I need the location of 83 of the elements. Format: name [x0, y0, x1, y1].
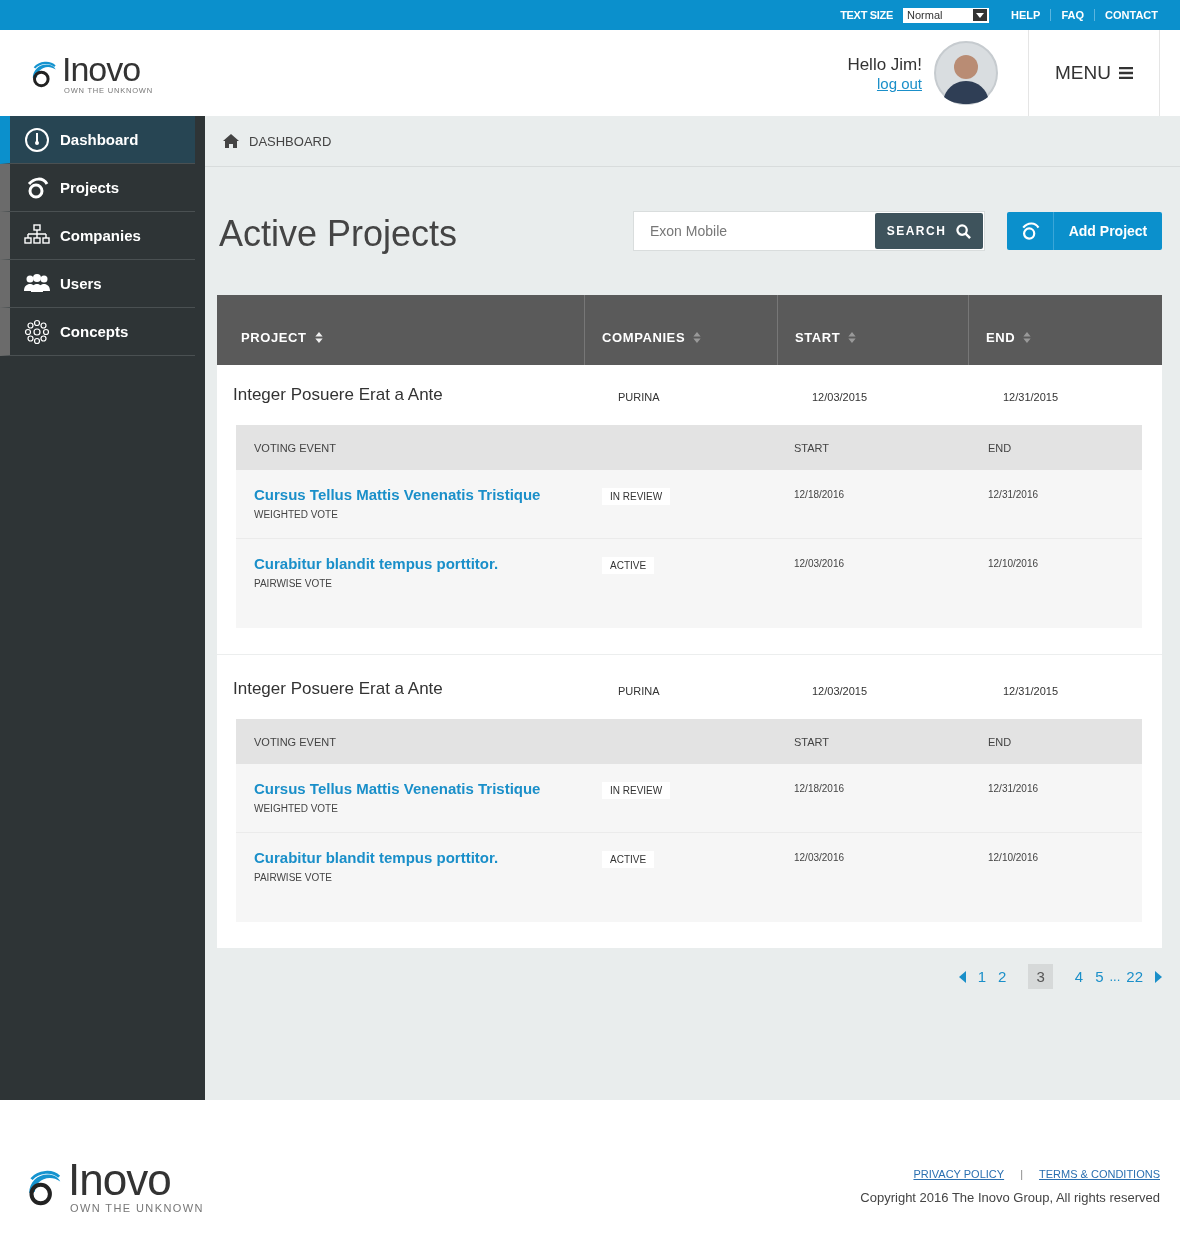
column-header[interactable]: COMPANIES: [584, 295, 777, 365]
column-header: START: [794, 735, 831, 748]
column-header[interactable]: START: [777, 295, 968, 365]
event-type: WEIGHTED VOTE: [254, 803, 339, 814]
start-date: 12/03/2016: [794, 851, 846, 863]
event-link[interactable]: Curabitur blandit tempus porttitor.: [254, 849, 602, 866]
search-icon: [956, 223, 972, 239]
sort-icon: [314, 331, 323, 343]
status-badge: ACTIVE: [602, 851, 655, 868]
logo-name: Inovo: [62, 51, 142, 86]
copyright: Copyright 2016 The Inovo Group, All rights reserved: [860, 1189, 1160, 1205]
sidebar-item[interactable]: Users: [0, 260, 195, 308]
menu-icon: [1118, 67, 1133, 79]
network-icon: [24, 318, 50, 345]
column-header[interactable]: END: [968, 295, 1162, 365]
gauge-icon: [24, 126, 50, 153]
sort-icon: [848, 331, 857, 343]
start-date: 12/18/2016: [794, 488, 846, 500]
page-link[interactable]: 1: [977, 968, 987, 985]
sidebar-item[interactable]: Concepts: [0, 308, 195, 356]
separator: |: [1020, 1167, 1023, 1180]
home-icon: [223, 134, 239, 148]
previous-icon[interactable]: [958, 970, 966, 983]
text-size-select[interactable]: Normal: [903, 7, 990, 23]
top-link[interactable]: HELP: [1011, 9, 1041, 21]
sort-icon: [1023, 331, 1032, 343]
page-link[interactable]: 5: [1095, 968, 1104, 985]
project-name: Integer Posuere Erat a Ante: [233, 679, 444, 699]
event-type: PAIRWISE VOTE: [254, 578, 333, 589]
end-date: 12/31/2015: [1003, 389, 1060, 403]
column-header: END: [988, 441, 1013, 454]
caret-icon: [973, 9, 988, 21]
end-date: 12/10/2016: [988, 851, 1040, 863]
sidebar-item[interactable]: Projects: [0, 164, 195, 212]
status-badge: IN REVIEW: [602, 488, 671, 505]
event-link[interactable]: Cursus Tellus Mattis Venenatis Tristique: [254, 780, 602, 797]
sort-icon: [693, 331, 702, 343]
start-date: 12/18/2016: [794, 782, 846, 794]
column-header: START: [794, 441, 831, 454]
avatar: [934, 41, 998, 105]
end-date: 12/31/2015: [1003, 683, 1060, 697]
text-size-label: TEXT SIZE: [840, 9, 894, 21]
footer-link[interactable]: PRIVACY POLICY: [913, 1167, 1005, 1180]
event-link[interactable]: Cursus Tellus Mattis Venenatis Tristique: [254, 486, 602, 503]
end-date: 12/31/2016: [988, 488, 1040, 500]
status-badge: ACTIVE: [602, 557, 655, 574]
event-type: PAIRWISE VOTE: [254, 872, 333, 883]
event-type: WEIGHTED VOTE: [254, 509, 339, 520]
page-link[interactable]: 4: [1074, 968, 1084, 985]
search-field[interactable]: Exon Mobile SEARCH: [633, 211, 985, 251]
page-title: Active Projects: [218, 212, 459, 255]
menu-button[interactable]: MENU: [1028, 30, 1160, 116]
event-link[interactable]: Curabitur blandit tempus porttitor.: [254, 555, 602, 572]
top-link[interactable]: FAQ: [1061, 9, 1085, 21]
top-link[interactable]: CONTACT: [1105, 9, 1158, 21]
sidebar-item[interactable]: Companies: [0, 212, 195, 260]
project-name: Integer Posuere Erat a Ante: [233, 385, 444, 405]
page-link[interactable]: 22: [1126, 968, 1143, 985]
page-link[interactable]: 2: [998, 968, 1007, 985]
column-header: VOTING EVENT: [254, 441, 337, 454]
next-icon[interactable]: [1155, 970, 1162, 983]
company-cell-text: PURINA: [618, 389, 661, 403]
sidebar-item[interactable]: Dashboard: [0, 116, 195, 164]
ellipsis: ...: [1109, 969, 1121, 984]
column-header[interactable]: PROJECT: [217, 295, 584, 365]
add-project-button[interactable]: Add Project: [1007, 212, 1162, 250]
footer-link[interactable]: TERMS & CONDITIONS: [1039, 1167, 1160, 1180]
logout-link[interactable]: log out: [876, 74, 922, 92]
company-cell-text: PURINA: [618, 683, 661, 697]
logo-name: Inovo: [68, 1158, 172, 1202]
column-header: VOTING EVENT: [254, 735, 337, 748]
status-badge: IN REVIEW: [602, 782, 671, 799]
logo-tagline: OWN THE UNKNOWN: [69, 1202, 204, 1214]
column-header: END: [988, 735, 1013, 748]
end-date: 12/10/2016: [988, 557, 1040, 569]
end-date: 12/31/2016: [988, 782, 1040, 794]
greeting: Hello Jim!: [847, 54, 922, 75]
search-button[interactable]: SEARCH: [875, 213, 983, 249]
page-link[interactable]: 3: [1028, 964, 1053, 989]
start-date: 12/03/2016: [794, 557, 846, 569]
start-date: 12/03/2015: [812, 389, 869, 403]
start-date: 12/03/2015: [812, 683, 869, 697]
breadcrumb: DASHBOARD: [249, 133, 332, 149]
